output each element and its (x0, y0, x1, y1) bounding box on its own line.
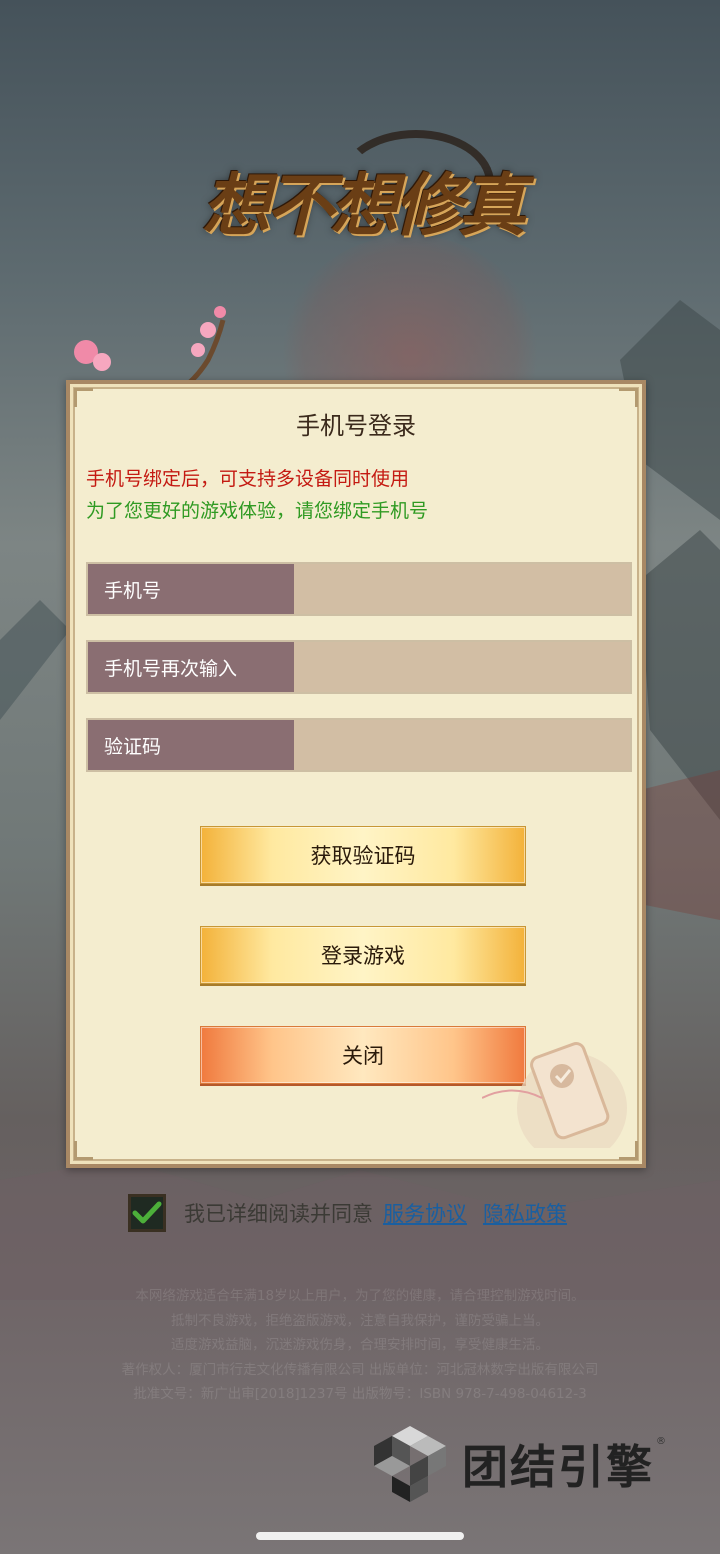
phone-input[interactable] (294, 564, 630, 614)
phone-field: 手机号 (86, 562, 632, 616)
privacy-policy-link[interactable]: 隐私政策 (483, 1198, 567, 1228)
close-button[interactable]: 关闭 (200, 1026, 526, 1084)
registered-mark: ® (656, 1436, 666, 1447)
agreement-text: 我已详细阅读并同意 (184, 1202, 373, 1226)
phone-confirm-field: 手机号再次输入 (86, 640, 632, 694)
verification-code-input[interactable] (294, 720, 630, 770)
dialog-corner-ornament (74, 388, 93, 407)
game-logo: 想不想修真 (190, 130, 530, 270)
dialog-corner-ornament (74, 1141, 93, 1160)
phone-login-dialog: 手机号登录 手机号绑定后，可支持多设备同时使用 为了您更好的游戏体验，请您绑定手… (66, 380, 646, 1168)
health-advisory-line: 本网络游戏适合年满18岁以上用户，为了您的健康，请合理控制游戏时间。 (135, 1288, 585, 1304)
phone-illustration-icon (482, 1042, 627, 1148)
phone-confirm-input[interactable] (294, 642, 630, 692)
engine-logo: 团结引擎 ® (372, 1424, 666, 1504)
health-advisory: 本网络游戏适合年满18岁以上用户，为了您的健康，请合理控制游戏时间。 抵制不良游… (0, 1284, 720, 1407)
phone-field-label: 手机号 (88, 564, 294, 614)
checkmark-icon (132, 1201, 162, 1224)
phone-confirm-field-label: 手机号再次输入 (88, 642, 294, 692)
verification-code-field-label: 验证码 (88, 720, 294, 770)
engine-name: 团结引擎 (462, 1440, 654, 1494)
engine-cube-icon (374, 1426, 446, 1502)
approval-line: 批准文号：新广出审[2018]1237号 出版物号：ISBN 978-7-498… (133, 1386, 587, 1402)
bind-phone-notice: 手机号绑定后，可支持多设备同时使用 (86, 468, 410, 490)
home-indicator[interactable] (256, 1532, 464, 1540)
service-agreement-link[interactable]: 服务协议 (383, 1198, 467, 1228)
agreement-row: 我已详细阅读并同意 服务协议 隐私政策 (128, 1192, 567, 1234)
login-game-button[interactable]: 登录游戏 (200, 926, 526, 984)
health-advisory-line: 适度游戏益脑，沉迷游戏伤身，合理安排时间，享受健康生活。 (171, 1337, 549, 1353)
agreement-checkbox[interactable] (128, 1194, 166, 1232)
get-code-button[interactable]: 获取验证码 (200, 826, 526, 884)
dialog-corner-ornament (619, 388, 638, 407)
copyright-line: 著作权人：厦门市行走文化传播有限公司 出版单位：河北冠林数字出版有限公司 (121, 1361, 599, 1378)
verification-code-field: 验证码 (86, 718, 632, 772)
dialog-title: 手机号登录 (296, 412, 416, 440)
game-logo-text: 想不想修真 (202, 166, 526, 246)
bind-phone-hint: 为了您更好的游戏体验，请您绑定手机号 (86, 500, 429, 522)
health-advisory-line: 抵制不良游戏，拒绝盗版游戏，注意自我保护，谨防受骗上当。 (171, 1312, 549, 1329)
